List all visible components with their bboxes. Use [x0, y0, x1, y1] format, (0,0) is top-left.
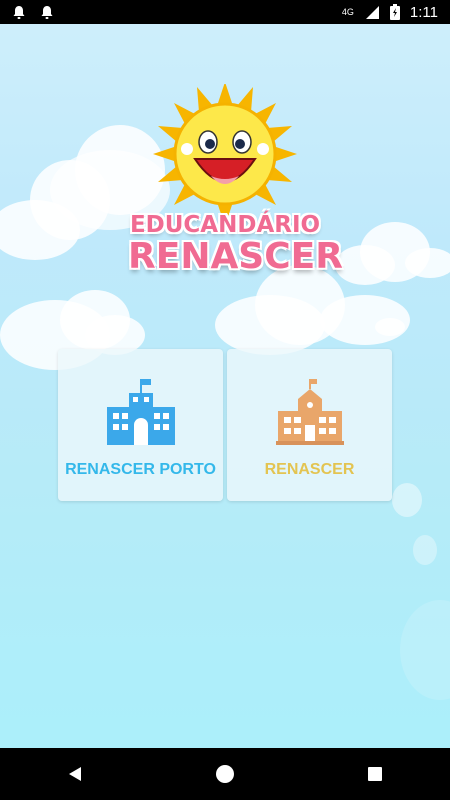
- notification-bell-icon: [12, 5, 26, 20]
- card-label: RENASCER PORTO: [65, 461, 216, 478]
- sun-mascot-icon: [153, 84, 297, 224]
- battery-charging-icon: [389, 4, 400, 20]
- network-type: 4G: [341, 7, 354, 17]
- school-building-icon: [105, 377, 177, 452]
- recents-icon: [368, 767, 382, 781]
- home-icon: [216, 765, 234, 783]
- cell-signal-icon: [364, 5, 380, 20]
- logo-line-1: EDUCANDÁRIO: [129, 212, 321, 238]
- back-button[interactable]: [55, 754, 95, 794]
- school-building-icon: [275, 377, 344, 452]
- notification-bell-icon: [40, 5, 54, 20]
- card-label: RENASCER: [264, 461, 355, 478]
- clock: 1:11: [409, 3, 438, 21]
- recents-button[interactable]: [355, 754, 395, 794]
- navigation-bar: [0, 748, 450, 800]
- status-bar: 4G 1:11: [0, 0, 450, 24]
- renascer-porto-card[interactable]: RENASCER PORTO: [58, 349, 223, 501]
- renascer-card[interactable]: RENASCER: [227, 349, 392, 501]
- home-button[interactable]: [205, 754, 245, 794]
- back-icon: [69, 767, 81, 781]
- logo-line-2: RENASCER: [128, 236, 343, 277]
- app-logo: EDUCANDÁRIO RENASCER: [128, 84, 343, 280]
